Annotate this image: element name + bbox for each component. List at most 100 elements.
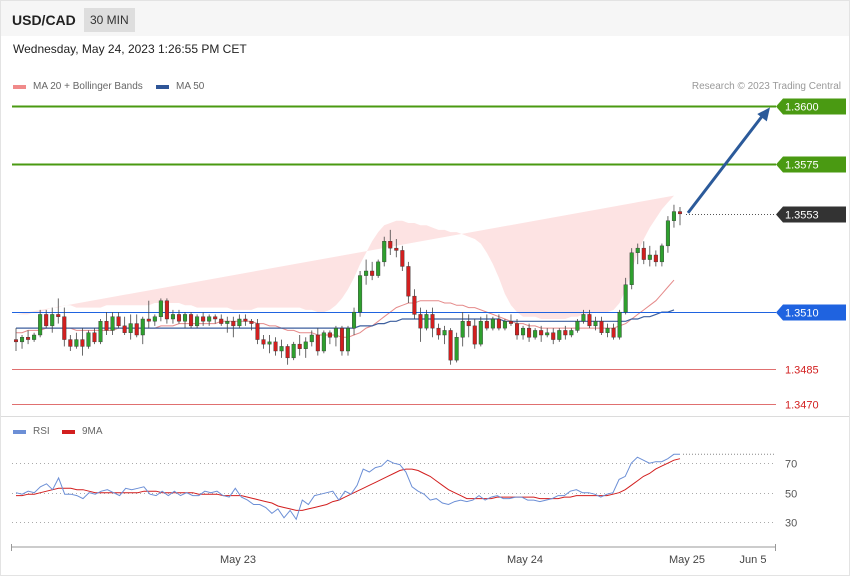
candle-bear xyxy=(231,321,236,327)
candle-bear xyxy=(418,314,423,329)
candle-bear xyxy=(400,250,405,267)
candle-bull xyxy=(152,316,157,322)
candle-bull xyxy=(424,314,429,329)
candle-bull xyxy=(158,300,163,317)
candle-bear xyxy=(44,314,49,327)
candle-bull xyxy=(74,339,79,347)
candle-bull xyxy=(442,330,447,336)
candle-bull xyxy=(98,321,103,343)
level-label: 1.3470 xyxy=(785,400,819,412)
candle-bull xyxy=(110,316,115,331)
candle-bull xyxy=(617,311,622,338)
candle-bull xyxy=(195,316,200,327)
candle-bear xyxy=(394,247,399,251)
candle-bear xyxy=(164,300,169,320)
candle-bull xyxy=(545,332,550,336)
x-tick-label: May 23 xyxy=(220,554,256,566)
candle-bull xyxy=(605,327,610,333)
candle-bear xyxy=(406,266,411,297)
candle-bull xyxy=(345,327,351,352)
candle-bull xyxy=(454,337,459,361)
candle-bear xyxy=(515,323,520,336)
candle-bear xyxy=(243,318,248,322)
candle-bear xyxy=(62,316,67,340)
candle-bear xyxy=(26,337,31,340)
candle-bull xyxy=(647,254,652,260)
x-tick-label: May 25 xyxy=(669,554,705,566)
candle-bull xyxy=(665,220,670,247)
candle-bear xyxy=(146,318,151,322)
candle-bull xyxy=(575,321,580,331)
candle-bull xyxy=(183,314,188,322)
candle-bull xyxy=(237,318,242,327)
candle-bull xyxy=(38,314,43,336)
candle-bear xyxy=(653,254,658,263)
level-label: 1.3485 xyxy=(785,365,819,377)
candle-bull xyxy=(225,321,230,324)
candle-bear xyxy=(587,314,592,327)
candle-bear xyxy=(339,327,344,352)
candle-bear xyxy=(527,327,532,338)
candle-bull xyxy=(382,241,387,263)
x-tick-label: Jun 5 xyxy=(740,554,767,566)
candle-bear xyxy=(611,327,616,338)
candle-bull xyxy=(569,330,574,336)
price-tag-label: 1.3575 xyxy=(785,160,819,172)
x-tick-label: May 24 xyxy=(507,554,543,566)
candle-bull xyxy=(321,332,326,352)
candle-bull xyxy=(140,318,145,336)
rsi-line xyxy=(15,453,680,521)
candle-bear xyxy=(92,332,97,343)
candle-bear xyxy=(261,339,266,345)
candle-bear xyxy=(448,330,453,361)
rsi-level-label: 30 xyxy=(785,518,797,530)
candle-bull xyxy=(533,330,538,338)
candle-bear xyxy=(189,314,194,327)
candle-bull xyxy=(309,334,314,343)
candle-bear xyxy=(68,339,73,347)
candle-bear xyxy=(496,318,501,329)
candle-bear xyxy=(104,321,109,331)
candle-bear xyxy=(219,318,224,324)
candle-bear xyxy=(116,316,121,327)
price-tag-label: 1.3553 xyxy=(785,210,819,222)
candle-bear xyxy=(539,330,544,336)
candle-bear xyxy=(563,330,568,336)
candle-bull xyxy=(364,270,369,276)
candle-bull xyxy=(333,327,338,338)
candle-bear xyxy=(551,332,556,340)
candle-bull xyxy=(207,316,212,322)
candle-bull xyxy=(267,341,272,345)
candle-bear xyxy=(484,321,489,329)
candle-bear xyxy=(13,339,19,343)
candle-bull xyxy=(303,341,308,349)
candle-bull xyxy=(32,334,37,340)
candle-bull xyxy=(376,261,381,276)
candle-bull xyxy=(352,311,357,329)
target-arrow xyxy=(686,111,767,214)
candle-bull xyxy=(490,318,495,329)
price-chart: 1.3600 1.3575 1.3553 1.3510 1.3485 1.3470 70 50… xyxy=(11,98,846,566)
candle-bear xyxy=(599,321,604,333)
candle-bear xyxy=(388,241,393,249)
candle-bear xyxy=(176,314,181,322)
bollinger-band xyxy=(16,195,674,319)
candle-bear xyxy=(297,343,302,349)
candle-bear xyxy=(466,321,471,327)
candle-bear xyxy=(436,327,441,336)
rsi-ma-line xyxy=(16,458,681,511)
candle-bull xyxy=(659,245,664,263)
candle-bull xyxy=(502,321,507,329)
candle-bear xyxy=(315,334,320,352)
candle-bear xyxy=(273,341,278,352)
candle-bull xyxy=(557,330,562,340)
candle-bull xyxy=(635,247,640,253)
price-tag-label: 1.3600 xyxy=(785,102,819,114)
candle-bear xyxy=(249,321,254,324)
candle-bear xyxy=(430,314,435,329)
candle-bull xyxy=(279,346,284,352)
candle-bull xyxy=(20,337,25,343)
candle-bull xyxy=(291,343,296,359)
candle-bear xyxy=(327,332,332,338)
candle-bear xyxy=(80,339,85,347)
